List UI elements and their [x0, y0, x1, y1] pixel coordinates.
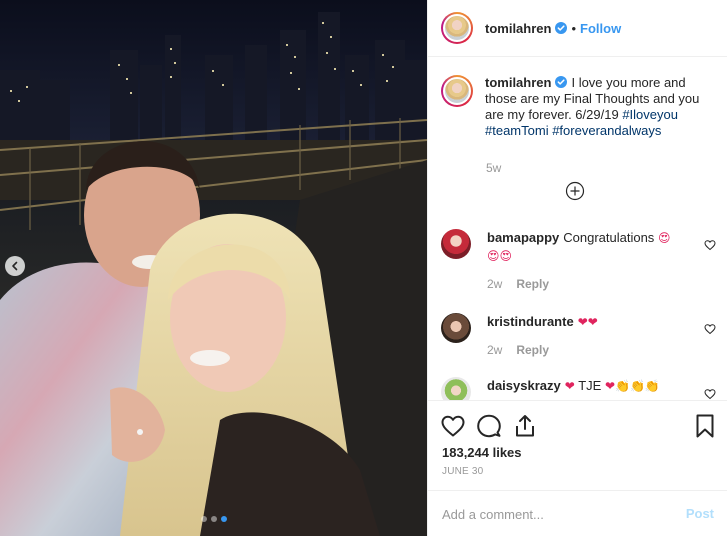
- post-header: tomilahren • Follow: [428, 0, 727, 57]
- comment-meta: 2w Reply: [487, 277, 549, 291]
- add-comment-bar: Post: [428, 490, 727, 536]
- post-caption: tomilahren I love you more and those are …: [441, 75, 716, 139]
- caption-timestamp[interactable]: 5w: [486, 161, 501, 175]
- author-avatar[interactable]: [441, 12, 473, 44]
- verified-icon: [555, 76, 568, 88]
- carousel-indicator: [0, 516, 427, 522]
- caption-avatar[interactable]: [441, 75, 473, 107]
- comments-list[interactable]: tomilahren I love you more and those are …: [428, 57, 727, 400]
- verified-icon: [555, 22, 568, 34]
- reply-button[interactable]: Reply: [516, 277, 549, 291]
- post-comment-button[interactable]: Post: [686, 506, 714, 521]
- comment-icon[interactable]: [476, 413, 502, 439]
- add-comment-input[interactable]: [442, 505, 672, 523]
- commenter-username[interactable]: daisyskrazy: [487, 378, 561, 393]
- heart-icon[interactable]: [440, 413, 466, 439]
- comment-timestamp[interactable]: 2w: [487, 277, 502, 291]
- author-username[interactable]: tomilahren: [485, 21, 551, 36]
- comment-emoji: 😍: [657, 231, 671, 245]
- chevron-left-icon: [12, 261, 18, 271]
- carousel-dot-active: [220, 516, 227, 522]
- comment-body: TJE: [578, 378, 602, 393]
- commenter-avatar[interactable]: [441, 313, 471, 343]
- post-photo[interactable]: [0, 0, 427, 536]
- comment-like-heart-icon[interactable]: [704, 239, 716, 251]
- comment-timestamp[interactable]: 2w: [487, 343, 502, 357]
- follow-button[interactable]: Follow: [580, 21, 621, 36]
- carousel-dot: [210, 516, 217, 522]
- reply-button[interactable]: Reply: [516, 343, 549, 357]
- commenter-avatar[interactable]: [441, 229, 471, 259]
- post-date[interactable]: JUNE 30: [442, 466, 483, 477]
- comment-emoji: ❤: [564, 379, 575, 393]
- bookmark-icon[interactable]: [692, 413, 718, 439]
- comment-body: Congratulations: [563, 230, 655, 245]
- likes-count[interactable]: 183,244 likes: [442, 445, 522, 460]
- comment-like-heart-icon[interactable]: [704, 388, 716, 400]
- comment-text: kristindurante ❤❤: [487, 313, 687, 331]
- share-icon[interactable]: [512, 413, 538, 439]
- carousel-prev-button[interactable]: [5, 256, 25, 276]
- comment-text: daisyskrazy ❤ TJE ❤👏👏👏: [487, 377, 702, 395]
- commenter-username[interactable]: bamapappy: [487, 230, 559, 245]
- comment-like-heart-icon[interactable]: [704, 323, 716, 335]
- post-actions: 183,244 likes JUNE 30 Post: [428, 400, 727, 536]
- comment-emoji: ❤: [604, 379, 615, 393]
- hashtag-link[interactable]: #Iloveyou: [622, 107, 678, 122]
- hashtag-link[interactable]: #foreverandalways: [552, 123, 661, 138]
- header-separator: •: [571, 20, 577, 36]
- comment-text: bamapappy Congratulations 😍 😍😍: [487, 229, 687, 265]
- caption-text: tomilahren I love you more and those are …: [485, 75, 700, 139]
- carousel-dot: [200, 516, 207, 522]
- commenter-avatar[interactable]: [441, 377, 471, 400]
- instagram-post-viewer: tomilahren • Follow tomilahren I love you…: [0, 0, 727, 536]
- comment-emoji: 👏👏👏: [615, 379, 660, 393]
- photo-scene: [0, 0, 427, 536]
- post-side-panel: tomilahren • Follow tomilahren I love you…: [427, 0, 727, 536]
- comment-emoji: ❤❤: [577, 315, 598, 329]
- commenter-username[interactable]: kristindurante: [487, 314, 574, 329]
- caption-username[interactable]: tomilahren: [485, 75, 551, 90]
- comment-meta: 2w Reply: [487, 343, 549, 357]
- add-comments-icon[interactable]: [565, 181, 585, 201]
- comment-emoji: 😍😍: [487, 249, 513, 263]
- hashtag-link[interactable]: #teamTomi: [485, 123, 549, 138]
